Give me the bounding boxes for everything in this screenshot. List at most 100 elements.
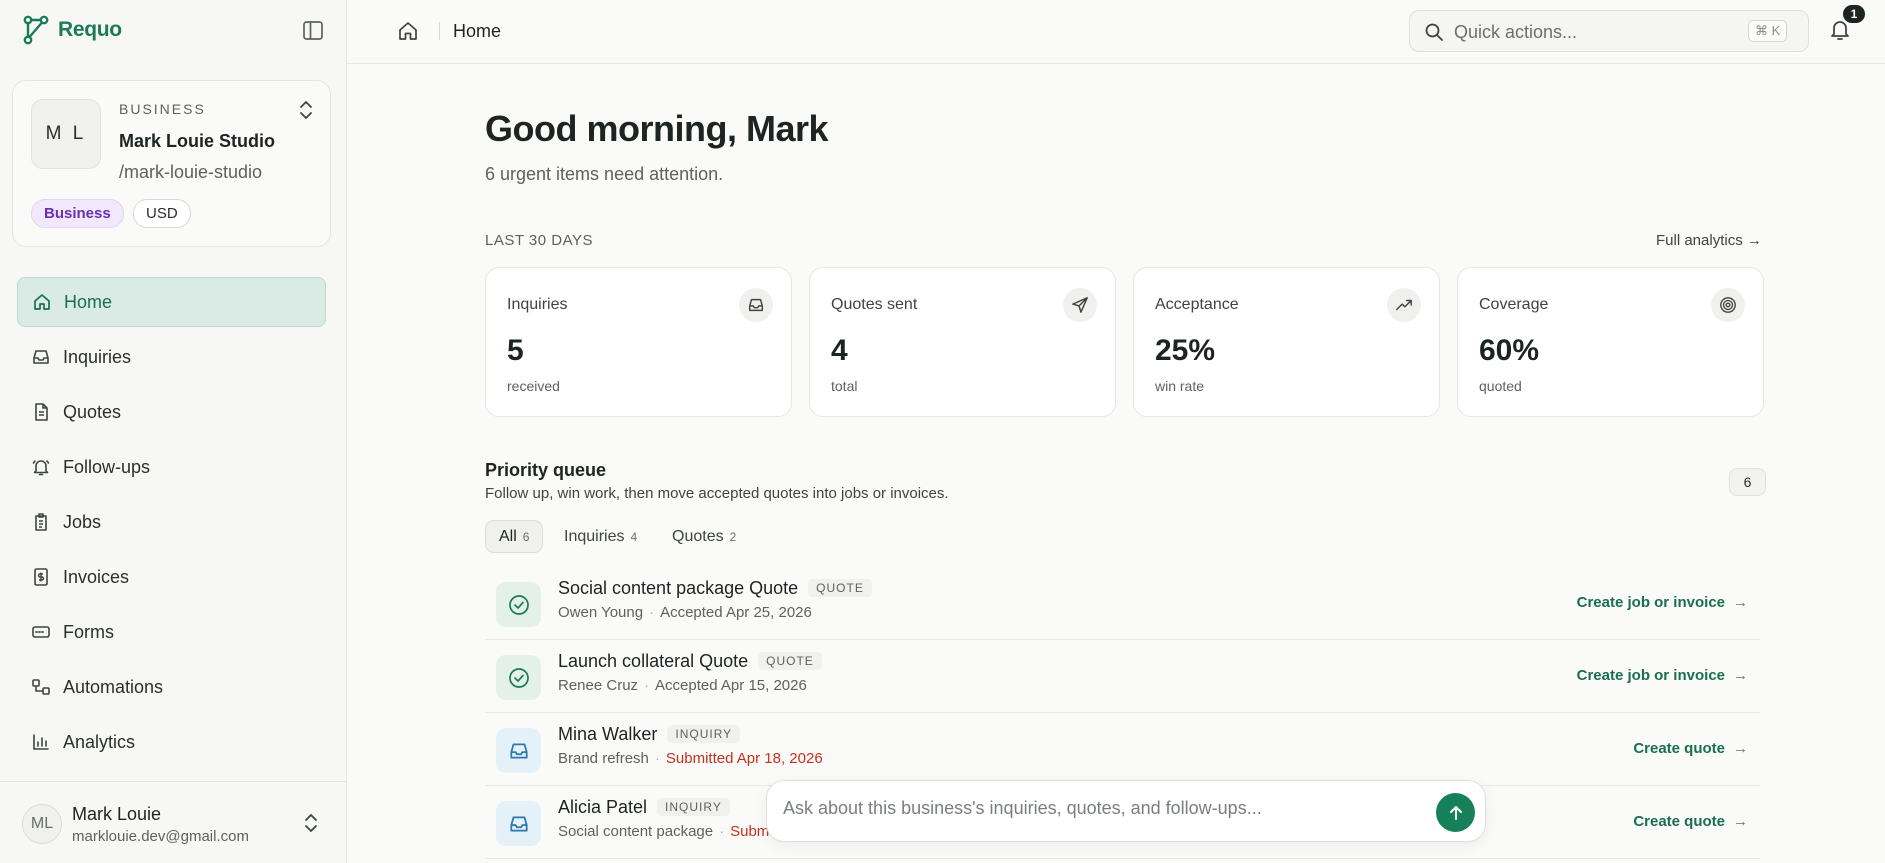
tab-count: 6 bbox=[522, 529, 530, 544]
sidebar-item-label: Analytics bbox=[63, 731, 136, 752]
topbar: Home Quick actions... ⌘ K 1 bbox=[347, 0, 1885, 64]
create-job-or-invoice-button[interactable]: Create job or invoice → bbox=[1577, 667, 1748, 684]
row-title: Mina Walker bbox=[558, 724, 658, 744]
stat-card-quotes-sent[interactable]: Quotes sent 4 total bbox=[809, 267, 1116, 417]
business-label: BUSINESS bbox=[119, 101, 206, 117]
arrow-right-icon: → bbox=[1733, 813, 1748, 830]
create-quote-button[interactable]: Create quote → bbox=[1633, 813, 1748, 830]
sidebar-item-label: Quotes bbox=[63, 401, 122, 422]
requo-logo-icon bbox=[23, 15, 49, 45]
invoice-icon bbox=[31, 567, 51, 587]
action-label: Create job or invoice bbox=[1576, 594, 1725, 611]
sidebar-item-quotes[interactable]: Quotes bbox=[17, 387, 326, 437]
sidebar-nav: Home Inquiries Quotes Follow-ups Jobs In… bbox=[17, 277, 326, 772]
tab-label: All bbox=[499, 527, 517, 545]
search-placeholder: Quick actions... bbox=[1454, 22, 1578, 42]
type-tag: INQUIRY bbox=[657, 798, 730, 816]
action-label: Create quote bbox=[1633, 740, 1725, 757]
stat-title: Inquiries bbox=[507, 296, 568, 313]
ask-input[interactable] bbox=[783, 798, 1403, 819]
tab-inquiries[interactable]: Inquiries 4 bbox=[551, 520, 650, 553]
separator-dot: · bbox=[649, 604, 655, 621]
chevrons-up-down-icon[interactable] bbox=[297, 99, 315, 121]
row-title: Alicia Patel bbox=[558, 797, 648, 817]
stat-caption: win rate bbox=[1155, 378, 1205, 394]
sidebar-item-label: Invoices bbox=[63, 566, 130, 587]
priority-queue-count-badge: 6 bbox=[1729, 468, 1766, 496]
separator-dot: · bbox=[654, 750, 660, 767]
list-item[interactable]: Social content package Quote QUOTE Owen Y… bbox=[485, 567, 1760, 640]
sidebar-toggle-icon[interactable] bbox=[302, 20, 326, 42]
stat-value: 4 bbox=[831, 334, 848, 367]
stat-caption: quoted bbox=[1479, 378, 1522, 394]
business-name: Mark Louie Studio bbox=[119, 131, 276, 151]
full-analytics-label: Full analytics bbox=[1656, 232, 1743, 249]
tab-quotes[interactable]: Quotes 2 bbox=[659, 520, 749, 553]
sidebar-item-analytics[interactable]: Analytics bbox=[17, 717, 326, 767]
sidebar-item-forms[interactable]: Forms bbox=[17, 607, 326, 657]
create-job-or-invoice-button[interactable]: Create job or invoice → bbox=[1577, 594, 1748, 611]
target-icon bbox=[1711, 288, 1745, 322]
list-item[interactable]: Launch collateral Quote QUOTE Renee Cruz ·… bbox=[485, 640, 1760, 713]
row-person: Brand refresh bbox=[558, 750, 649, 767]
sidebar-item-inquiries[interactable]: Inquiries bbox=[17, 332, 326, 382]
sidebar-item-label: Home bbox=[64, 291, 113, 312]
type-tag: QUOTE bbox=[758, 652, 822, 670]
stat-caption: received bbox=[507, 378, 560, 394]
quick-actions-search[interactable]: Quick actions... ⌘ K bbox=[1409, 10, 1809, 52]
list-item[interactable]: Mina Walker INQUIRY Brand refresh · Submitt… bbox=[485, 713, 1760, 786]
business-slug: /mark-louie-studio bbox=[119, 162, 263, 182]
breadcrumb-separator bbox=[439, 22, 440, 40]
brand[interactable]: Requo bbox=[22, 14, 122, 46]
row-person: Renee Cruz bbox=[558, 677, 639, 694]
breadcrumb[interactable]: Home bbox=[453, 21, 501, 42]
inbox-icon bbox=[496, 728, 541, 773]
sidebar-item-jobs[interactable]: Jobs bbox=[17, 497, 326, 547]
user-email: marklouie.dev@gmail.com bbox=[72, 828, 249, 845]
chevrons-up-down-icon[interactable] bbox=[302, 812, 320, 834]
row-person: Owen Young bbox=[558, 604, 644, 621]
row-title: Social content package Quote bbox=[558, 578, 799, 598]
business-switcher[interactable]: M L BUSINESS Mark Louie Studio /mark-lou… bbox=[12, 80, 331, 247]
row-status: Subm bbox=[730, 823, 770, 840]
sidebar-item-invoices[interactable]: Invoices bbox=[17, 552, 326, 602]
page-title: Good morning, Mark bbox=[485, 108, 829, 149]
stat-caption: total bbox=[831, 378, 858, 394]
stat-title: Acceptance bbox=[1155, 296, 1239, 313]
sidebar-item-label: Forms bbox=[63, 621, 114, 642]
tab-count: 2 bbox=[729, 529, 737, 544]
check-circle-icon bbox=[496, 655, 541, 700]
sidebar-item-label: Jobs bbox=[63, 511, 102, 532]
sidebar: Requo M L BUSINESS Mark Louie Studio /ma… bbox=[0, 0, 347, 863]
arrow-right-icon: → bbox=[1733, 740, 1748, 757]
action-label: Create quote bbox=[1633, 813, 1725, 830]
stat-title: Coverage bbox=[1479, 296, 1549, 313]
row-title: Launch collateral Quote bbox=[558, 651, 749, 671]
type-tag: INQUIRY bbox=[667, 725, 741, 743]
send-button[interactable] bbox=[1436, 793, 1475, 832]
period-label: LAST 30 DAYS bbox=[485, 232, 593, 249]
stat-value: 25% bbox=[1155, 334, 1216, 367]
stat-card-inquiries[interactable]: Inquiries 5 received bbox=[485, 267, 792, 417]
user-avatar: ML bbox=[22, 804, 62, 844]
stat-value: 5 bbox=[507, 334, 524, 367]
tab-count: 4 bbox=[630, 529, 638, 544]
user-menu[interactable]: ML Mark Louie marklouie.dev@gmail.com bbox=[0, 781, 347, 863]
full-analytics-link[interactable]: Full analytics → bbox=[1656, 232, 1762, 249]
document-icon bbox=[31, 402, 51, 422]
currency-badge: USD bbox=[133, 199, 191, 228]
stat-card-coverage[interactable]: Coverage 60% quoted bbox=[1457, 267, 1764, 417]
sidebar-item-automations[interactable]: Automations bbox=[17, 662, 326, 712]
sidebar-item-home[interactable]: Home bbox=[17, 277, 326, 327]
tab-all[interactable]: All 6 bbox=[485, 520, 544, 553]
stat-card-acceptance[interactable]: Acceptance 25% win rate bbox=[1133, 267, 1440, 417]
inbox-icon bbox=[496, 801, 541, 846]
tab-label: Inquiries bbox=[564, 527, 625, 545]
home-icon[interactable] bbox=[397, 20, 419, 42]
create-quote-button[interactable]: Create quote → bbox=[1633, 740, 1748, 757]
sidebar-item-follow-ups[interactable]: Follow-ups bbox=[17, 442, 326, 492]
page-subtitle: 6 urgent items need attention. bbox=[485, 164, 724, 184]
separator-dot: · bbox=[719, 823, 725, 840]
row-status: Accepted Apr 25, 2026 bbox=[660, 604, 812, 621]
plan-badge: Business bbox=[31, 199, 124, 228]
